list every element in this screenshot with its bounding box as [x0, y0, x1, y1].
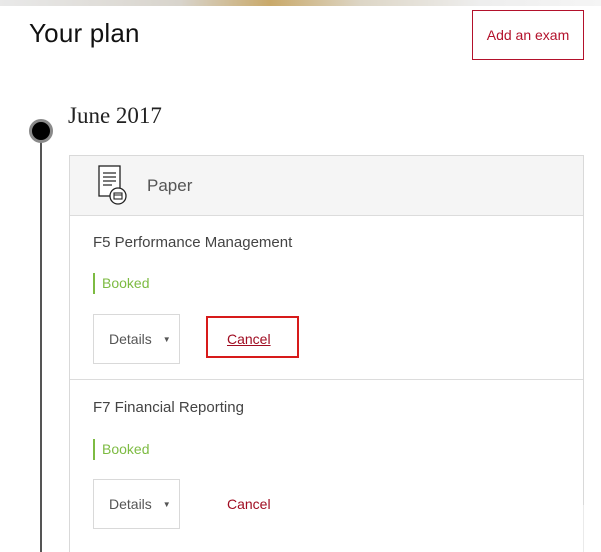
- chevron-down-icon: ▼: [162, 499, 171, 509]
- paper-document-icon: [96, 164, 130, 206]
- add-exam-button[interactable]: Add an exam: [472, 10, 584, 60]
- exam-title: F7 Financial Reporting: [93, 399, 244, 416]
- corner-fade: [573, 505, 601, 552]
- details-label: Details: [109, 496, 152, 512]
- card-header: Paper: [70, 156, 583, 216]
- month-heading: June 2017: [68, 103, 162, 128]
- details-dropdown-button[interactable]: Details ▼: [93, 314, 180, 364]
- card-category-label: Paper: [147, 176, 193, 195]
- cancel-link[interactable]: Cancel: [227, 331, 271, 347]
- exam-card: Paper F5 Performance Management Booked D…: [69, 155, 584, 552]
- cancel-link[interactable]: Cancel: [227, 496, 271, 512]
- timeline-line: [40, 130, 42, 552]
- details-dropdown-button[interactable]: Details ▼: [93, 479, 180, 529]
- timeline-dot: [29, 119, 53, 143]
- status-badge: Booked: [93, 439, 149, 460]
- exam-title: F5 Performance Management: [93, 234, 293, 251]
- chevron-down-icon: ▼: [162, 334, 171, 344]
- exam-divider: [70, 379, 583, 380]
- details-label: Details: [109, 331, 152, 347]
- top-banner-strip: [0, 0, 601, 6]
- status-badge: Booked: [93, 273, 149, 294]
- page-title: Your plan: [29, 18, 140, 48]
